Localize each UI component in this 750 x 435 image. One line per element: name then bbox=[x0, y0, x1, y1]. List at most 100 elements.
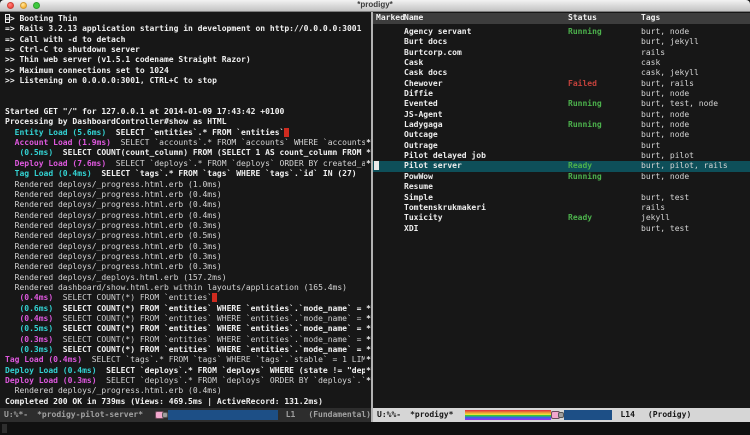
truncation-indicator: * bbox=[365, 324, 371, 334]
process-name: Burt docs bbox=[404, 37, 568, 47]
log-line: Rendered deploys/_progress.html.erb (1.0… bbox=[5, 180, 371, 190]
process-tags: burt, rails bbox=[641, 79, 750, 89]
process-rows: Agency servantRunningburt, nodeBurt docs… bbox=[373, 24, 750, 234]
log-text: (0.5ms) bbox=[5, 148, 53, 157]
process-row[interactable]: Outcageburt, node bbox=[373, 130, 750, 140]
process-row[interactable]: LadygagaRunningburt, node bbox=[373, 120, 750, 130]
truncation-indicator: * bbox=[365, 148, 371, 158]
process-row[interactable]: Pilot delayed jobburt, pilot bbox=[373, 151, 750, 161]
log-text: Rendered deploys/_progress.html.erb (0.4… bbox=[5, 190, 222, 199]
log-line: Tag Load (0.4ms) SELECT `tags`.* FROM `t… bbox=[5, 169, 371, 179]
echo-area[interactable] bbox=[0, 422, 750, 435]
nyan-mode-progress-bar bbox=[155, 410, 278, 420]
log-text: (0.3ms) bbox=[5, 335, 53, 344]
process-tags: burt, node bbox=[641, 120, 750, 130]
close-button[interactable] bbox=[7, 2, 14, 9]
process-name: Agency servant bbox=[404, 27, 568, 37]
process-name: Pilot server bbox=[404, 161, 568, 171]
log-text: >> Listening on 0.0.0.0:3001, CTRL+C to … bbox=[5, 76, 217, 85]
modeline-right: U:%%- *prodigy* L14 (Prodigy) bbox=[373, 408, 750, 422]
truncation-indicator: * bbox=[365, 366, 371, 376]
log-line: Account Load (1.9ms) SELECT `accounts`.*… bbox=[5, 138, 371, 148]
log-line: (0.6ms) SELECT COUNT(*) FROM `entities` … bbox=[5, 304, 371, 314]
process-row[interactable]: Tomtenskrukmakerirails bbox=[373, 203, 750, 213]
titlebar[interactable]: *prodigy* bbox=[0, 0, 750, 12]
process-name: Burtcorp.com bbox=[404, 48, 568, 58]
process-row[interactable]: Cask docscask, jekyll bbox=[373, 68, 750, 78]
log-text: Started GET "/" for 127.0.0.1 at 2014-01… bbox=[5, 107, 284, 116]
trailing-whitespace-highlight bbox=[284, 128, 289, 137]
log-text: Rendered deploys/_deploys.html.erb (157.… bbox=[5, 273, 227, 282]
truncation-indicator: * bbox=[365, 314, 371, 324]
log-text: SELECT `accounts`.* FROM `accounts` WHER… bbox=[111, 138, 371, 147]
process-status: Running bbox=[568, 172, 641, 182]
process-row[interactable]: Diffie burt, node bbox=[373, 89, 750, 99]
process-name: Outrage bbox=[404, 141, 568, 151]
nyan-remaining-track bbox=[168, 410, 278, 420]
modeline-left: U:%*- *prodigy-pilot-server* L1 (Fundame… bbox=[0, 408, 371, 422]
process-row[interactable]: TuxicityReadyjekyll bbox=[373, 213, 750, 223]
log-text: SELECT `deploys`.* FROM `deploys` ORDER … bbox=[106, 159, 371, 168]
process-row[interactable]: Pilot serverReadyburt, pilot, rails bbox=[373, 161, 750, 171]
log-text: Rendered deploys/_progress.html.erb (0.4… bbox=[5, 386, 222, 395]
process-row[interactable]: Caskcask bbox=[373, 58, 750, 68]
process-tags: burt, node bbox=[641, 89, 750, 99]
process-status: Running bbox=[568, 99, 641, 109]
marked-cell bbox=[373, 161, 404, 171]
process-row[interactable]: Burtcorp.comrails bbox=[373, 48, 750, 58]
log-text: SELECT `tags`.* FROM `tags` WHERE `tags`… bbox=[92, 169, 357, 178]
process-row[interactable]: Burt docs burt, jekyll bbox=[373, 37, 750, 47]
process-name: Diffie bbox=[404, 89, 568, 99]
buffer-name: *prodigy* bbox=[410, 410, 453, 420]
log-text: Deploy Load (7.6ms) bbox=[5, 159, 106, 168]
log-text: Rendered dashboard/show.html.erb within … bbox=[5, 283, 347, 292]
column-header-status: Status bbox=[568, 13, 641, 23]
log-text: (0.3ms) bbox=[5, 345, 53, 354]
process-row[interactable]: EventedRunningburt, test, node bbox=[373, 99, 750, 109]
process-tags: cask bbox=[641, 58, 750, 68]
process-tags: burt bbox=[641, 141, 750, 151]
log-line: (0.4ms) SELECT COUNT(*) FROM `entities` … bbox=[5, 314, 371, 324]
process-name: Tuxicity bbox=[404, 213, 568, 223]
log-text: (0.6ms) bbox=[5, 304, 53, 313]
log-line: => Booting Thin bbox=[5, 14, 371, 24]
log-line: Rendered deploys/_deploys.html.erb (157.… bbox=[5, 273, 371, 283]
truncation-indicator: * bbox=[365, 335, 371, 345]
log-text: > Booting Thin bbox=[10, 14, 77, 23]
log-text: Rendered deploys/_progress.html.erb (0.4… bbox=[5, 211, 222, 220]
log-text: Rendered deploys/_progress.html.erb (0.3… bbox=[5, 221, 222, 230]
log-line: Entity Load (5.6ms) SELECT `entities`.* … bbox=[5, 128, 371, 138]
process-row[interactable]: Resume bbox=[373, 182, 750, 192]
process-tags: burt, jekyll bbox=[641, 37, 750, 47]
process-name: Cask docs bbox=[404, 68, 568, 78]
process-table: Marked Name Status Tags Agency servantRu… bbox=[373, 12, 750, 408]
log-text: Account Load (1.9ms) bbox=[5, 138, 111, 147]
process-row[interactable]: JS-Agentburt, node bbox=[373, 110, 750, 120]
process-row[interactable]: Agency servantRunningburt, node bbox=[373, 27, 750, 37]
minimize-button[interactable] bbox=[20, 2, 27, 9]
process-tags: jekyll bbox=[641, 213, 750, 223]
process-tags: burt, node bbox=[641, 130, 750, 140]
process-row[interactable]: Simpleburt, test bbox=[373, 193, 750, 203]
process-row[interactable]: Outrage burt bbox=[373, 141, 750, 151]
log-text: Deploy Load (0.4ms) bbox=[5, 366, 97, 375]
process-row[interactable]: XDIburt, test bbox=[373, 224, 750, 234]
log-line: Rendered deploys/_progress.html.erb (0.3… bbox=[5, 262, 371, 272]
process-row[interactable]: PowWowRunningburt, node bbox=[373, 172, 750, 182]
process-row[interactable]: ChewoverFailedburt, rails bbox=[373, 79, 750, 89]
log-text: Rendered deploys/_progress.html.erb (0.3… bbox=[5, 242, 222, 251]
log-text: >> Thin web server (v1.5.1 codename Stra… bbox=[5, 55, 251, 64]
log-text: => Rails 3.2.13 application starting in … bbox=[5, 24, 361, 33]
server-log[interactable]: => Booting Thin=> Rails 3.2.13 applicati… bbox=[0, 12, 371, 408]
emacs-terminal-window: *prodigy* => Booting Thin=> Rails 3.2.13… bbox=[0, 0, 750, 435]
log-line: Rendered deploys/_progress.html.erb (0.4… bbox=[5, 211, 371, 221]
process-name: Tomtenskrukmakeri bbox=[404, 203, 568, 213]
process-name: Ladygaga bbox=[404, 120, 568, 130]
log-line: >> Listening on 0.0.0.0:3001, CTRL+C to … bbox=[5, 76, 371, 86]
zoom-button[interactable] bbox=[33, 2, 40, 9]
process-status: Failed bbox=[568, 79, 641, 89]
log-line bbox=[5, 86, 371, 96]
log-text: Rendered deploys/_progress.html.erb (0.5… bbox=[5, 231, 222, 240]
process-name: Simple bbox=[404, 193, 568, 203]
major-mode-indicator: (Fundamental) bbox=[308, 410, 371, 420]
